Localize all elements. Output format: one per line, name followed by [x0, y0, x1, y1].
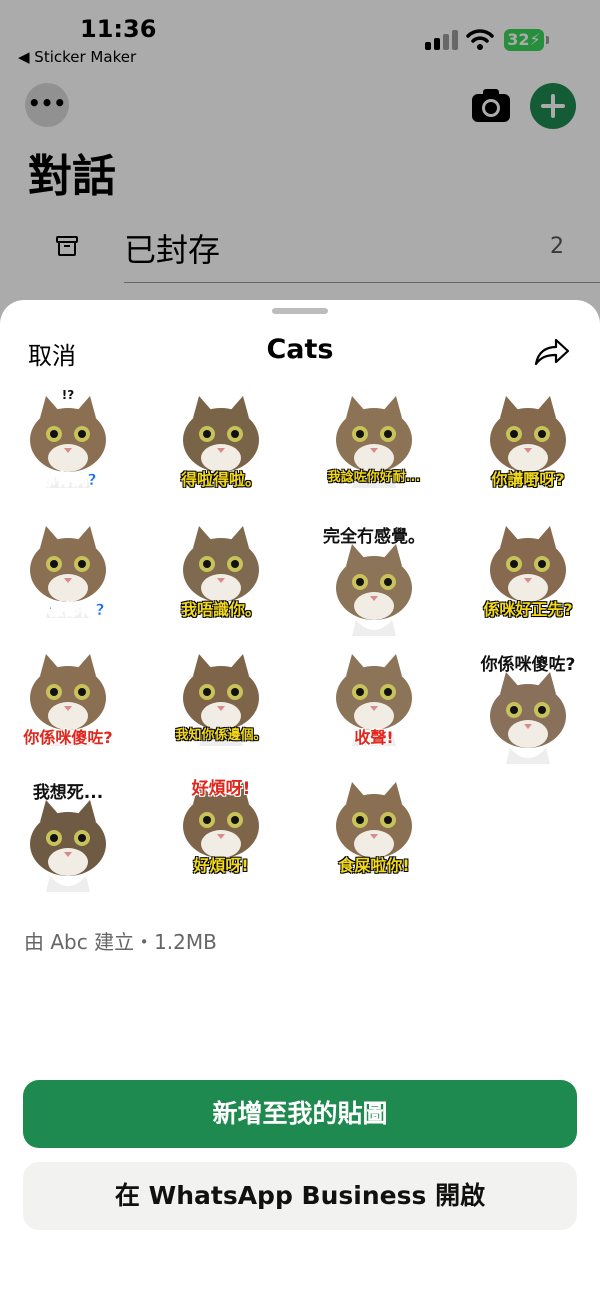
sheet-handle[interactable] — [272, 308, 328, 314]
sticker-caption: 我諗咗你好耐... — [327, 470, 421, 485]
sticker-top-text: 好煩呀! — [191, 779, 251, 799]
cat-photo-icon — [183, 396, 259, 488]
sticker-item[interactable]: 完全冇感覺。 — [316, 522, 432, 638]
add-to-my-stickers-button[interactable]: 新增至我的貼圖 — [23, 1080, 577, 1148]
sticker-caption: 你係咪傻咗? — [23, 728, 113, 747]
sticker-caption: 係咪好正先? — [483, 600, 573, 619]
cat-photo-icon — [30, 396, 106, 488]
cat-photo-icon — [30, 654, 106, 746]
cat-photo-icon — [336, 654, 412, 746]
sticker-item[interactable]: 你講嘢呀? — [470, 392, 586, 508]
sticker-item[interactable]: 我唔識你。 — [163, 522, 279, 638]
cat-photo-icon — [490, 396, 566, 488]
sticker-item[interactable]: 你係咪傻咗? — [10, 650, 126, 766]
sticker-item[interactable]: 咁樣都得? — [10, 522, 126, 638]
sticker-top-text: !? — [61, 388, 75, 402]
cat-photo-icon — [336, 782, 412, 874]
sticker-item[interactable]: 係咪好正先? — [470, 522, 586, 638]
sticker-caption: 得啦得啦。 — [180, 470, 261, 489]
sticker-item[interactable]: 好煩呀! 好煩呀! — [163, 778, 279, 894]
cat-photo-icon — [490, 526, 566, 618]
sticker-item[interactable]: 食屎啦你! — [316, 778, 432, 894]
sticker-item[interactable]: 你有病?!? — [10, 388, 126, 508]
sticker-caption: 你係咪傻咗? — [480, 655, 576, 675]
sticker-pack-sheet: 取消 Cats 你有病?!? 得啦得啦。 我諗咗你好耐... 你講嘢呀? 咁樣都得? 我唔… — [0, 300, 600, 1301]
sticker-caption: 我唔識你。 — [180, 600, 261, 619]
sticker-caption: 你講嘢呀? — [491, 470, 565, 489]
sticker-caption: 好煩呀! — [193, 856, 249, 875]
sticker-item[interactable]: 得啦得啦。 — [163, 392, 279, 508]
sticker-item[interactable]: 我想死... — [10, 778, 126, 894]
sticker-caption: 咁樣都得? — [31, 600, 105, 620]
sticker-caption: 我想死... — [32, 783, 104, 803]
sticker-caption: 收聲! — [354, 728, 394, 747]
cat-photo-icon — [336, 396, 412, 488]
sticker-caption: 食屎啦你! — [338, 856, 410, 875]
sticker-item[interactable]: 我諗咗你好耐... — [316, 392, 432, 508]
sticker-caption: 我知你係邊個。 — [175, 728, 267, 743]
sticker-caption: 完全冇感覺。 — [323, 527, 425, 547]
sticker-caption: 你有病? — [39, 470, 97, 490]
open-in-whatsapp-business-button[interactable]: 在 WhatsApp Business 開啟 — [23, 1162, 577, 1230]
sticker-item[interactable]: 你係咪傻咗? — [470, 650, 586, 766]
share-icon[interactable] — [534, 336, 570, 368]
sticker-item[interactable]: 我知你係邊個。 — [163, 650, 279, 766]
cat-photo-icon — [183, 526, 259, 618]
cat-photo-icon — [183, 654, 259, 746]
cat-photo-icon — [30, 526, 106, 618]
sticker-item[interactable]: 收聲! — [316, 650, 432, 766]
sheet-title: Cats — [266, 334, 334, 365]
pack-meta: 由 Abc 建立・1.2MB — [24, 930, 217, 954]
